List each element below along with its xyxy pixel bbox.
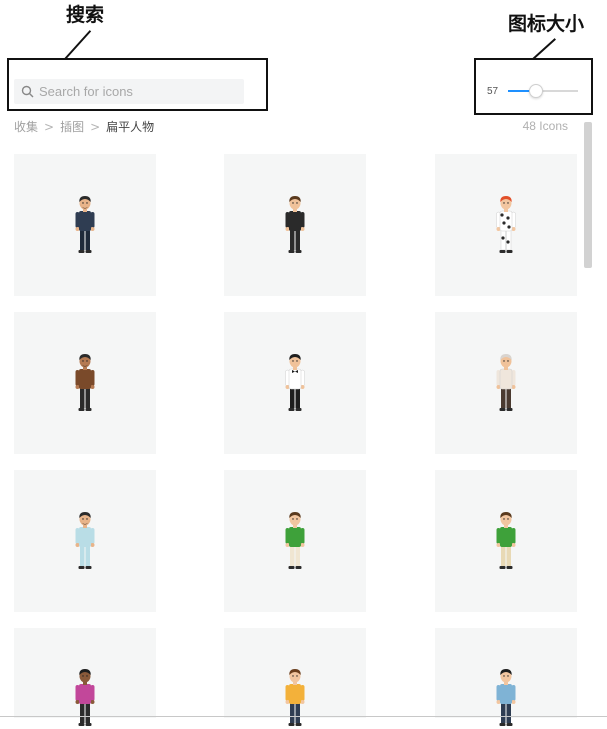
icon-tile[interactable] (435, 628, 577, 727)
bearded-man-dark-suit-icon (75, 196, 95, 253)
icon-tile[interactable] (224, 154, 366, 296)
slider-thumb[interactable] (529, 84, 543, 98)
search-bar[interactable] (14, 79, 244, 104)
man-green-shirt-icon (496, 512, 516, 569)
icon-tile[interactable] (435, 154, 577, 296)
bearded-man-light-blue-icon (75, 512, 95, 569)
boy-green-shirt-icon (285, 512, 305, 569)
search-annotation-line (64, 30, 92, 60)
size-annotation-label: 图标大小 (508, 13, 585, 35)
icon-size-value: 57 (487, 86, 499, 97)
search-icon (21, 85, 34, 98)
breadcrumb-item-collection[interactable]: 收集 (14, 118, 38, 135)
icon-tile[interactable] (224, 628, 366, 727)
breadcrumb-separator: > (44, 119, 55, 134)
man-black-suit-icon (285, 196, 305, 253)
icon-tile[interactable] (14, 628, 156, 727)
redhead-cow-print-icon (496, 196, 516, 253)
waiter-white-shirt-icon (285, 354, 305, 411)
curly-grey-hair-man-icon (496, 354, 516, 411)
breadcrumb: 收集 > 插图 > 扁平人物 (14, 118, 154, 135)
breadcrumb-item-illustration[interactable]: 插图 (60, 118, 84, 135)
size-annotation-line (532, 38, 556, 60)
icon-size-slider[interactable] (508, 84, 578, 98)
scrollbar[interactable] (584, 122, 592, 268)
search-annotation-label: 搜索 (66, 4, 105, 26)
icon-count: 48 Icons (522, 119, 568, 133)
icon-tile[interactable] (224, 470, 366, 612)
breadcrumb-separator: > (90, 119, 101, 134)
icon-tile[interactable] (224, 312, 366, 454)
bearded-man-brown-shirt-icon (75, 354, 95, 411)
icon-tile[interactable] (14, 312, 156, 454)
icon-tile[interactable] (14, 154, 156, 296)
icon-tile[interactable] (435, 470, 577, 612)
icon-tile[interactable] (435, 312, 577, 454)
search-input[interactable] (39, 84, 219, 99)
breadcrumb-item-current: 扁平人物 (106, 120, 155, 134)
icon-tile[interactable] (14, 470, 156, 612)
bottom-divider (0, 716, 607, 717)
